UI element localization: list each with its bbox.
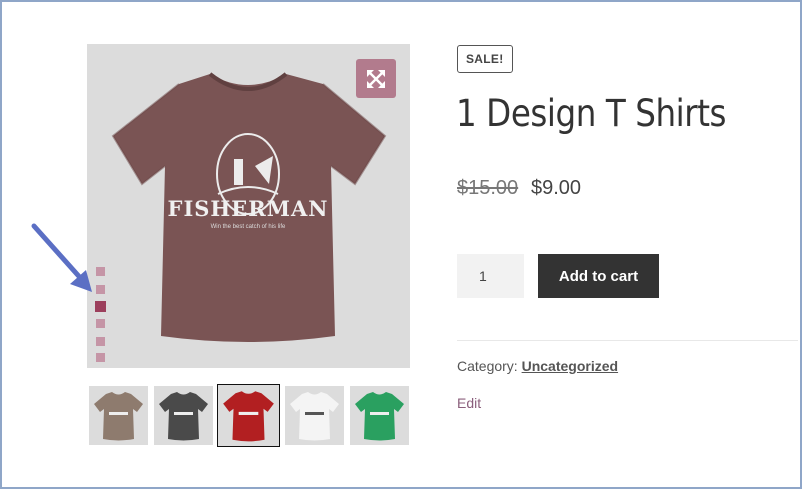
slider-dot[interactable] [96,353,105,362]
quantity-input[interactable] [457,254,524,298]
shirt-tagline-text: Win the best catch of his life [211,224,286,230]
slider-dot-active[interactable] [95,301,106,312]
edit-link[interactable]: Edit [457,395,481,411]
add-to-cart-button[interactable]: Add to cart [538,254,659,298]
thumbnail-2[interactable] [154,386,213,445]
tshirt-thumb-image [355,392,404,441]
old-price: $15.00 [457,177,519,199]
annotation-arrow-icon [31,223,92,292]
tshirt-thumb-image [290,392,339,441]
shirt-brand-text: FISHERMAN [168,196,329,221]
tshirt-thumb-image [94,392,143,441]
slider-dot[interactable] [96,337,105,346]
thumbnail-strip [87,384,412,447]
sale-badge: SALE! [457,45,513,73]
slider-dot[interactable] [96,285,105,294]
thumbnail-1[interactable] [89,386,148,445]
product-category: Category: Uncategorized [457,358,618,374]
thumbnail-3-selected[interactable] [217,384,280,447]
category-link[interactable]: Uncategorized [522,358,618,374]
divider [457,340,798,341]
thumbnail-4[interactable] [285,386,344,445]
thumbnail-5[interactable] [350,386,409,445]
sale-price: $9.00 [531,177,582,199]
slider-dot[interactable] [96,319,105,328]
tshirt-thumb-image [223,391,274,442]
zoom-button[interactable] [356,59,396,98]
tshirt-thumb-image [159,392,208,441]
slider-dot[interactable] [96,267,105,276]
category-label: Category: [457,358,518,374]
expand-arrows-icon [367,69,385,88]
product-title: 1 Design T Shirts [456,92,727,135]
